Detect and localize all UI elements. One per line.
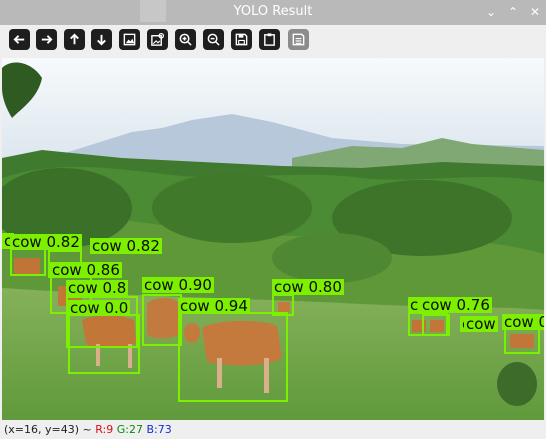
zoom-region-button[interactable] — [147, 29, 168, 50]
save-icon — [235, 33, 248, 46]
yolo-result-window: YOLO Result ⌄ ⌃ ✕ c cow 0.82 cow 0.82 co… — [0, 0, 546, 439]
detection-box — [68, 314, 140, 374]
properties-button[interactable] — [288, 29, 309, 50]
close-button[interactable]: ✕ — [528, 5, 542, 19]
pan-up-button[interactable] — [64, 29, 85, 50]
pan-left-button[interactable] — [9, 29, 30, 50]
detection-label: cow 0.8 — [66, 279, 129, 297]
cursor-coords: (x=16, y=43) ~ — [4, 423, 96, 436]
status-bar: (x=16, y=43) ~ R:9 G:27 B:73 — [0, 421, 546, 439]
clipboard-icon — [264, 33, 275, 46]
detection-label: cow 0.90 — [142, 276, 214, 294]
copy-button[interactable] — [259, 29, 280, 50]
detection-box — [272, 294, 294, 316]
image-zoom-icon — [151, 32, 165, 46]
detection-label: cow 0.81 — [502, 314, 544, 330]
image-icon — [123, 33, 136, 46]
detection-label: cow 0.82 — [90, 237, 162, 255]
detection-box — [504, 328, 540, 354]
detection-box — [142, 294, 182, 346]
zoom-in-icon — [179, 33, 192, 46]
zoom-image-button[interactable] — [119, 29, 140, 50]
detection-box — [178, 312, 288, 402]
detection-box — [10, 248, 46, 276]
pan-down-button[interactable] — [91, 29, 112, 50]
detection-box — [422, 314, 450, 336]
minimize-button[interactable]: ⌄ — [484, 5, 498, 19]
arrow-down-icon — [97, 34, 106, 46]
arrow-left-icon — [13, 35, 25, 44]
detection-label: cow 0.86 — [50, 261, 122, 279]
image-canvas[interactable]: c cow 0.82 cow 0.82 cow 0.86 cow 0.8 cow… — [2, 58, 544, 420]
zoom-out-button[interactable] — [203, 29, 224, 50]
pixel-blue-value: B:73 — [146, 423, 172, 436]
pan-right-button[interactable] — [36, 29, 57, 50]
detection-label: cow 0.76 — [420, 296, 492, 314]
arrow-right-icon — [41, 35, 53, 44]
pixel-red-value: R:9 — [95, 423, 114, 436]
pixel-green-value: G:27 — [116, 423, 143, 436]
detection-label: cow 0.94 — [178, 297, 250, 315]
detection-label: cow — [464, 315, 498, 333]
save-button[interactable] — [231, 29, 252, 50]
maximize-button[interactable]: ⌃ — [506, 5, 520, 19]
properties-icon — [292, 33, 305, 46]
arrow-up-icon — [70, 33, 79, 45]
detection-label: cow 0.80 — [272, 278, 344, 296]
zoom-out-icon — [207, 33, 220, 46]
title-bar[interactable]: YOLO Result ⌄ ⌃ ✕ — [0, 0, 546, 25]
detection-label: c — [408, 296, 421, 314]
detection-label: cow 0.82 — [10, 233, 82, 251]
detection-label: cow 0.0 — [68, 299, 131, 317]
window-title: YOLO Result — [233, 4, 313, 19]
toolbar — [0, 25, 546, 57]
zoom-in-button[interactable] — [175, 29, 196, 50]
